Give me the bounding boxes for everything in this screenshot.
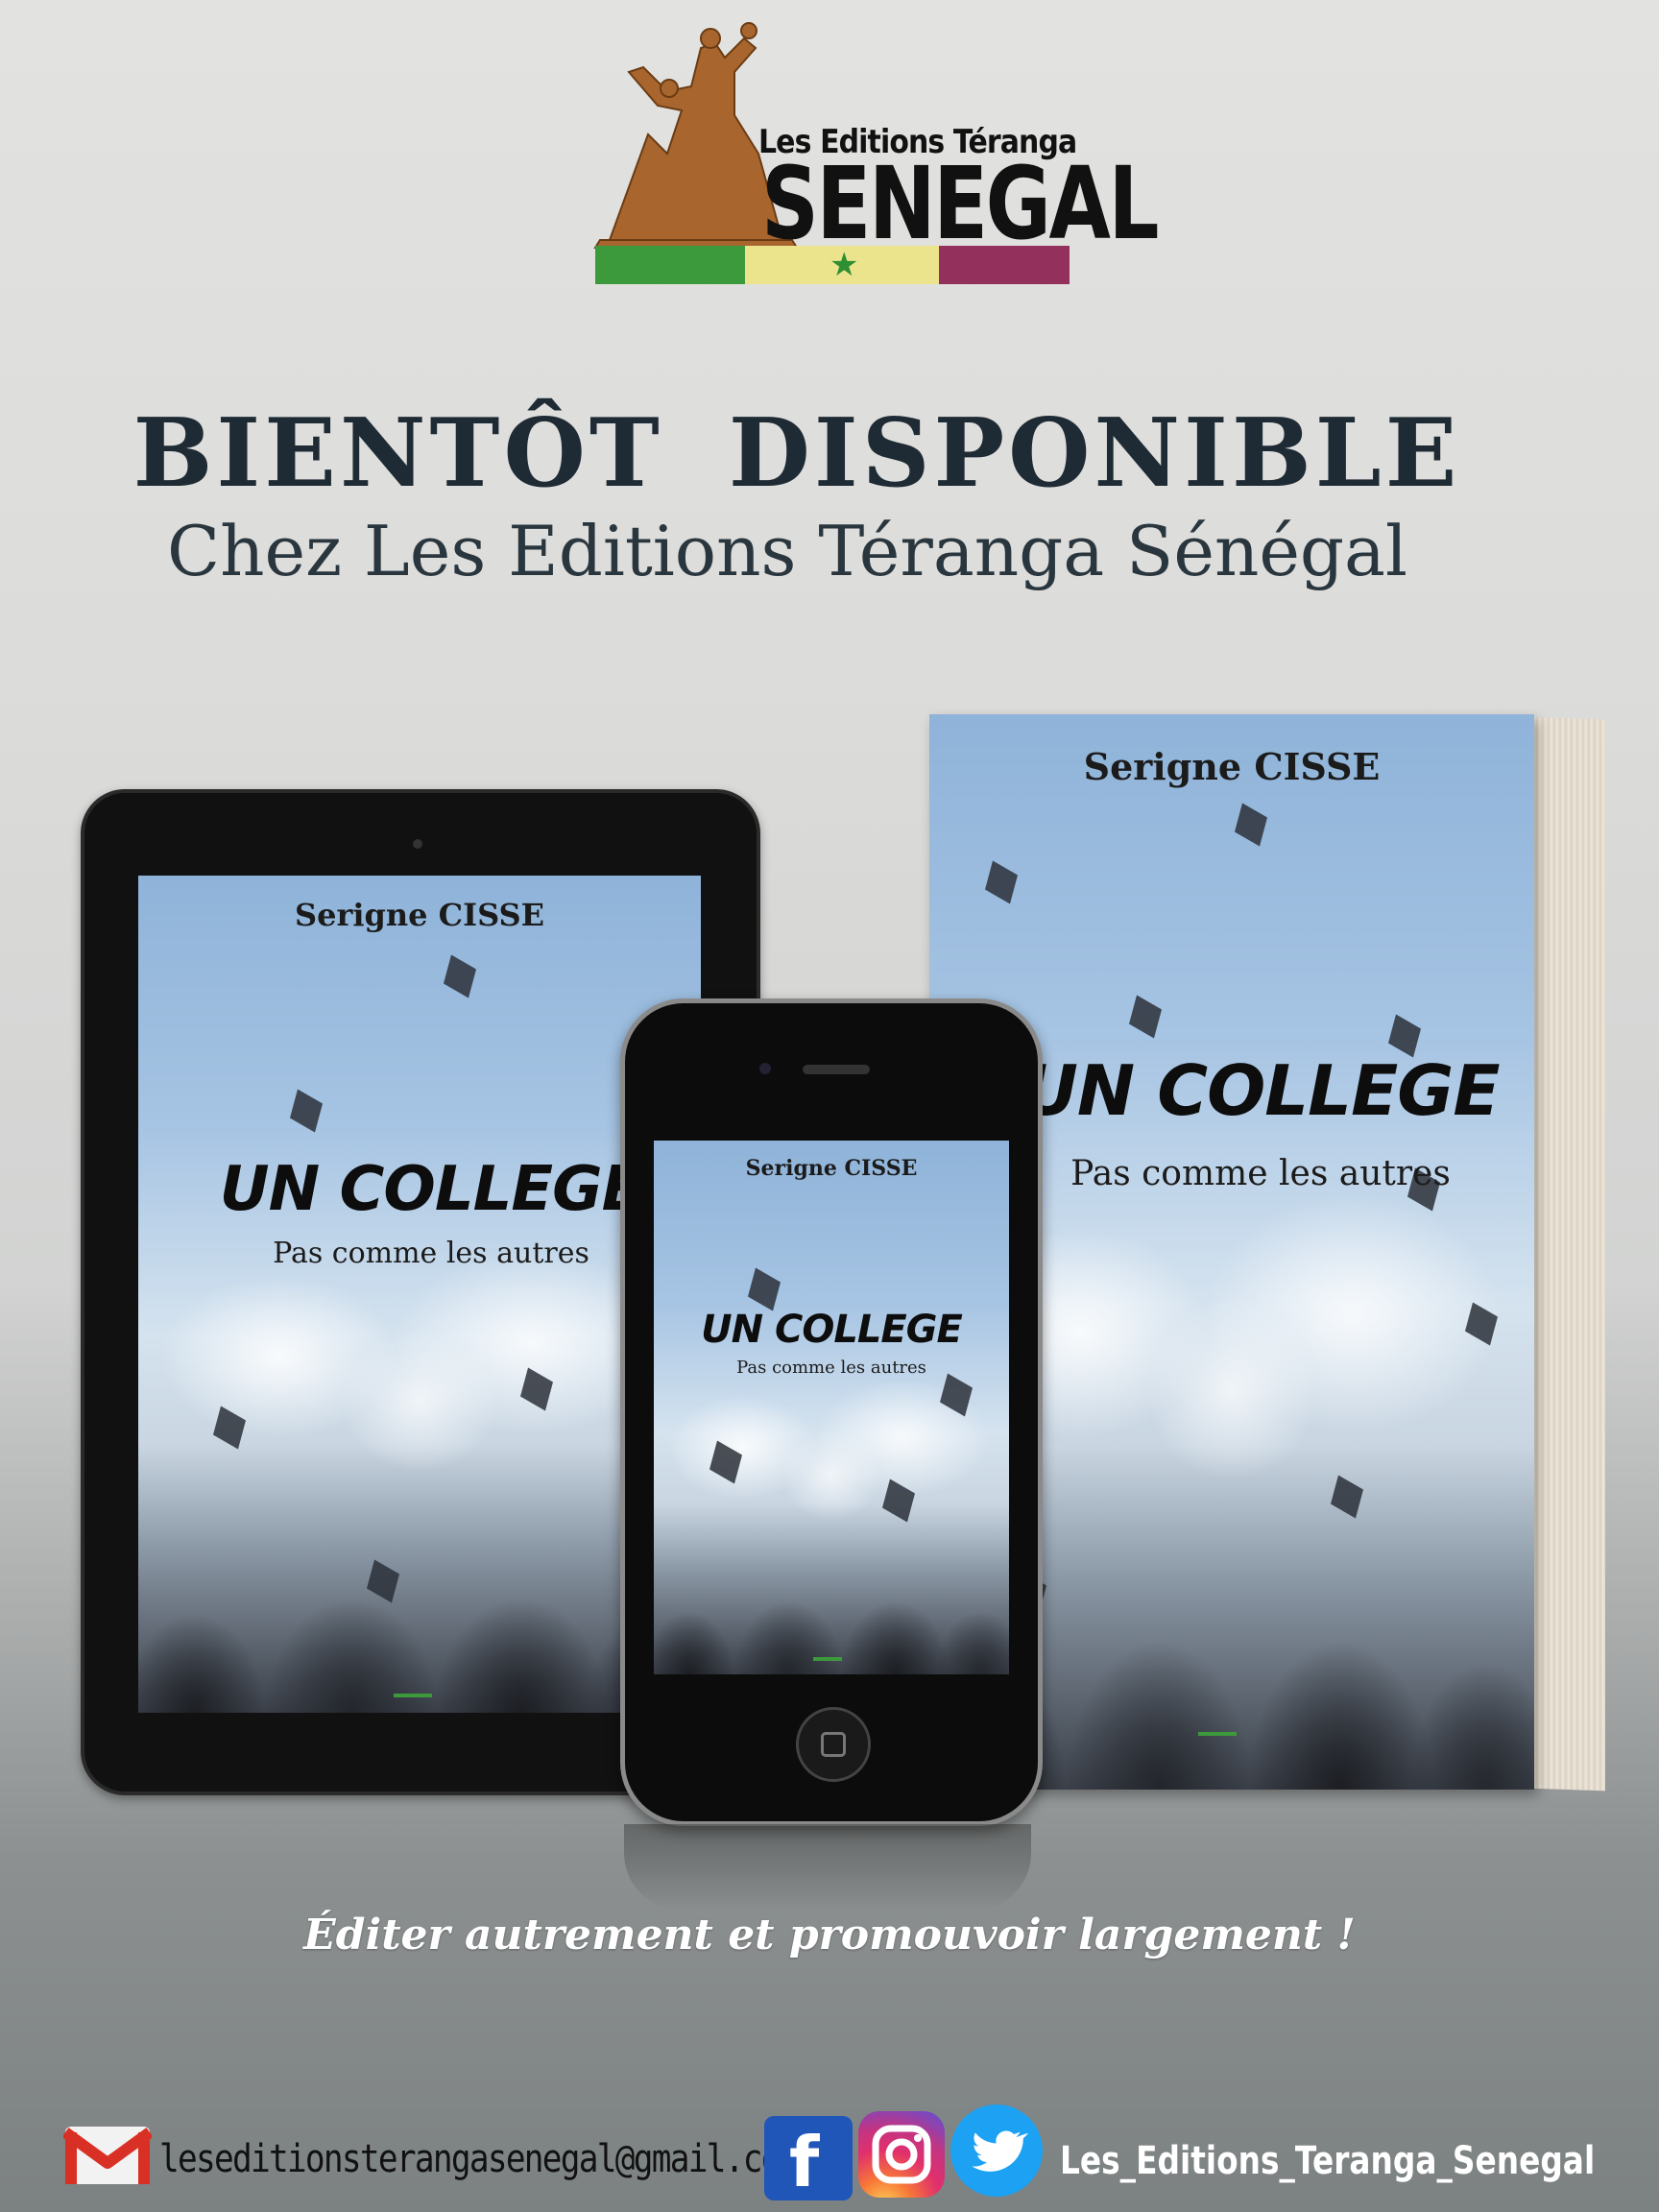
logo-text-senegal: SENEGAL (761, 145, 1160, 262)
star-icon: ★ (830, 246, 859, 284)
slogan: Éditer autrement et promouvoir largement… (303, 1911, 1356, 1960)
book-cover-logo (1198, 1713, 1237, 1736)
tablet-cover-title: UN COLLEGE (219, 1154, 644, 1225)
home-button (796, 1707, 871, 1782)
phone-cover-subtitle: Pas comme les autres (736, 1358, 926, 1378)
phone-cover-author: Serigne CISSE (745, 1156, 918, 1181)
phone-cover-title: UN COLLEGE (701, 1308, 963, 1352)
phone-speaker (803, 1065, 870, 1074)
tablet-cover-subtitle: Pas comme les autres (273, 1237, 589, 1270)
book-page-edges (1528, 716, 1605, 1791)
contact-email[interactable]: leseditionsterangasenegal@gmail.com (159, 2137, 799, 2181)
phone-cover: Serigne CISSE UN COLLEGE Pas comme les a… (654, 1141, 1009, 1674)
twitter-icon[interactable] (950, 2104, 1043, 2197)
flag-yellow: ★ (745, 246, 939, 284)
phone-reflection (624, 1824, 1031, 1911)
flag-red (939, 246, 1070, 284)
headline: BIENTÔT DISPONIBLE (132, 398, 1461, 509)
tablet-camera (413, 839, 422, 849)
subheadline: Chez Les Editions Téranga Sénégal (167, 511, 1407, 591)
phone-camera (759, 1063, 771, 1074)
facebook-icon[interactable]: f (764, 2116, 853, 2202)
flag-green (595, 246, 745, 284)
tablet-cover-logo (394, 1674, 432, 1697)
phone-cover-logo (813, 1644, 842, 1661)
senegal-flag-bar: ★ (595, 246, 1070, 284)
gmail-icon[interactable] (63, 2125, 152, 2186)
tablet-cover-author: Serigne CISSE (295, 897, 544, 933)
tablet-cover: Serigne CISSE UN COLLEGE Pas comme les a… (138, 876, 701, 1713)
social-handle[interactable]: Les_Editions_Teranga_Senegal (1060, 2139, 1595, 2183)
instagram-icon[interactable] (858, 2111, 945, 2198)
phone-device: Serigne CISSE UN COLLEGE Pas comme les a… (620, 998, 1043, 1826)
book-cover-author: Serigne CISSE (1083, 745, 1381, 788)
